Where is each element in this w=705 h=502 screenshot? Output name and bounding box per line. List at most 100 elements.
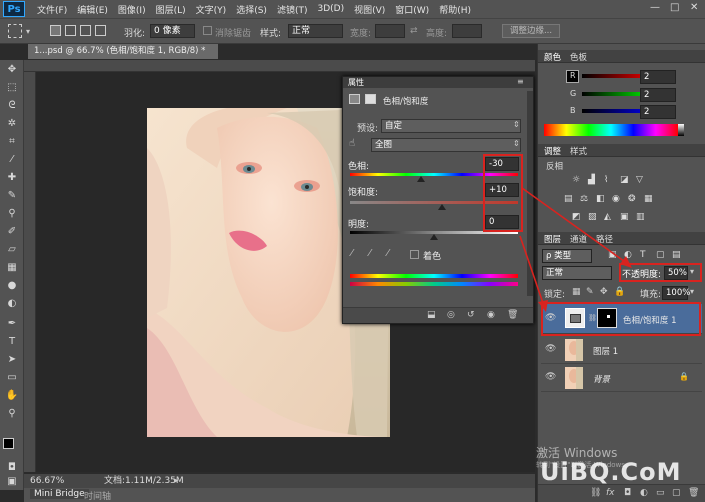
link-layers-icon[interactable]: ⛓ [590, 488, 601, 498]
layer-name[interactable]: 背景 [593, 373, 610, 385]
tab-adjustments[interactable]: 调整 [544, 145, 561, 157]
menu-file[interactable]: 文件(F) [37, 3, 67, 16]
eyedropper-icon[interactable]: ⁄ [5, 154, 19, 166]
chevron-down-icon[interactable]: ▾ [690, 287, 694, 296]
lasso-tool-icon[interactable]: ᘓ [5, 100, 19, 112]
marquee-tool-icon[interactable]: ⬚ [5, 82, 19, 94]
eyedropper-icon[interactable]: ⁄ [351, 248, 353, 259]
threshold-icon[interactable]: ◭ [604, 212, 611, 222]
tab-paths[interactable]: 路径 [596, 233, 613, 245]
gradient-map-icon[interactable]: ▥ [636, 212, 645, 222]
menu-filter[interactable]: 滤镜(T) [277, 3, 308, 16]
path-select-icon[interactable]: ➤ [5, 354, 19, 366]
curves-icon[interactable]: ⌇ [604, 175, 608, 185]
menu-window[interactable]: 窗口(W) [395, 3, 429, 16]
new-layer-icon[interactable]: ▢ [672, 488, 681, 498]
lock-all-icon[interactable]: 🔒 [614, 287, 625, 297]
add-selection-icon[interactable] [65, 25, 76, 36]
color-balance-icon[interactable]: ⚖ [580, 194, 588, 204]
tab-color[interactable]: 颜色 [544, 51, 561, 63]
pen-tool-icon[interactable]: ✒ [5, 318, 19, 330]
channel-mixer-icon[interactable]: ❂ [628, 194, 636, 204]
menu-type[interactable]: 文字(Y) [196, 3, 227, 16]
eyedropper-plus-icon[interactable]: ⁄ [369, 248, 371, 259]
new-group-icon[interactable]: ▭ [656, 488, 665, 498]
hue-slider-thumb[interactable] [416, 176, 425, 182]
layer-style-icon[interactable]: fx [606, 488, 615, 498]
brush-tool-icon[interactable]: ✎ [5, 190, 19, 202]
text-tool-icon[interactable]: T [5, 336, 19, 348]
brightness-icon[interactable]: ☼ [572, 175, 580, 185]
lock-transparent-icon[interactable]: ▦ [572, 287, 581, 297]
zoom-level[interactable]: 66.67% [30, 474, 64, 488]
tab-layers[interactable]: 图层 [544, 233, 561, 245]
new-adjustment-icon[interactable]: ◐ [640, 488, 648, 498]
close-icon[interactable]: ✕ [690, 2, 698, 13]
preset-select[interactable]: 自定 [381, 119, 521, 133]
gradient-tool-icon[interactable]: ▦ [5, 262, 19, 274]
levels-icon[interactable]: ▟ [588, 175, 595, 185]
view-previous-icon[interactable]: ◎ [447, 310, 455, 320]
subtract-selection-icon[interactable] [80, 25, 91, 36]
panel-scrollbar[interactable] [527, 91, 533, 296]
tab-timeline[interactable]: 时间轴 [84, 489, 111, 502]
blend-mode-select[interactable]: 正常 [542, 266, 612, 280]
tab-mini-bridge[interactable]: Mini Bridge [30, 489, 89, 499]
trash-icon[interactable]: 🗑 [688, 488, 699, 498]
tab-styles[interactable]: 样式 [570, 145, 587, 157]
exposure-icon[interactable]: ◪ [620, 175, 629, 185]
channel-select[interactable]: 全图 [371, 138, 521, 152]
posterize-icon[interactable]: ▨ [588, 212, 597, 222]
invert-icon[interactable]: ◩ [572, 212, 581, 222]
crop-tool-icon[interactable]: ⌗ [5, 136, 19, 148]
layer-row-layer1[interactable]: 👁 图层 1 [541, 336, 702, 364]
mask-icon[interactable] [365, 94, 376, 104]
green-input[interactable]: 2 [640, 88, 676, 102]
blur-tool-icon[interactable]: ● [5, 280, 19, 292]
history-brush-icon[interactable]: ✐ [5, 226, 19, 238]
lock-pixels-icon[interactable]: ✎ [586, 287, 594, 297]
saturation-slider-thumb[interactable] [438, 204, 447, 210]
style-select[interactable]: 正常 [288, 24, 343, 38]
new-selection-icon[interactable] [50, 25, 61, 36]
menu-3d[interactable]: 3D(D) [317, 4, 344, 14]
document-tab[interactable]: 1...psd @ 66.7% (色相/饱和度 1, RGB/8) * ✕ [28, 44, 218, 71]
trash-icon[interactable]: 🗑 [507, 310, 518, 320]
eye-icon[interactable]: 👁 [545, 372, 556, 382]
lock-position-icon[interactable]: ✥ [600, 287, 608, 297]
swap-icon[interactable]: ⇄ [410, 26, 418, 36]
filter-shape-icon[interactable]: ▢ [656, 250, 665, 260]
eye-icon[interactable]: 👁 [545, 344, 556, 354]
panel-menu-icon[interactable]: ≡ [517, 77, 524, 86]
eyedropper-minus-icon[interactable]: ⁄ [387, 248, 389, 259]
foreground-color-swatch[interactable] [3, 438, 14, 449]
dodge-tool-icon[interactable]: ◐ [5, 298, 19, 310]
photo-filter-icon[interactable]: ◉ [612, 194, 620, 204]
layer-filter-select[interactable]: ρ 类型 [542, 249, 592, 263]
clip-to-layer-icon[interactable]: ⬓ [427, 310, 436, 320]
filter-adjust-icon[interactable]: ◐ [624, 250, 632, 260]
color-lookup-icon[interactable]: ▦ [644, 194, 653, 204]
filter-smart-icon[interactable]: ▤ [672, 250, 681, 260]
zoom-tool-icon[interactable]: ⚲ [5, 408, 19, 420]
tab-channels[interactable]: 通道 [570, 233, 587, 245]
marquee-tool-icon[interactable] [8, 24, 22, 38]
add-mask-icon[interactable]: ◘ [624, 488, 631, 498]
fill-input[interactable]: 100% [662, 286, 690, 300]
blue-input[interactable]: 2 [640, 105, 676, 119]
refine-edge-button[interactable]: 调整边缘... [502, 24, 560, 38]
play-icon[interactable]: ▸ [174, 474, 179, 488]
menu-help[interactable]: 帮助(H) [439, 3, 471, 16]
shape-tool-icon[interactable]: ▭ [5, 372, 19, 384]
filter-type-icon[interactable]: T [640, 250, 646, 260]
reset-icon[interactable]: ↺ [467, 310, 475, 320]
properties-title[interactable]: 属性 [343, 77, 533, 88]
antialias-checkbox[interactable] [203, 26, 212, 35]
move-tool-icon[interactable]: ✥ [5, 64, 19, 76]
lightness-slider-thumb[interactable] [430, 234, 438, 240]
quick-mask-icon[interactable]: ◘ [5, 462, 19, 474]
layer-name[interactable]: 图层 1 [593, 345, 618, 357]
healing-brush-icon[interactable]: ✚ [5, 172, 19, 184]
colorize-checkbox[interactable] [410, 250, 419, 259]
visibility-icon[interactable]: ◉ [487, 310, 495, 320]
